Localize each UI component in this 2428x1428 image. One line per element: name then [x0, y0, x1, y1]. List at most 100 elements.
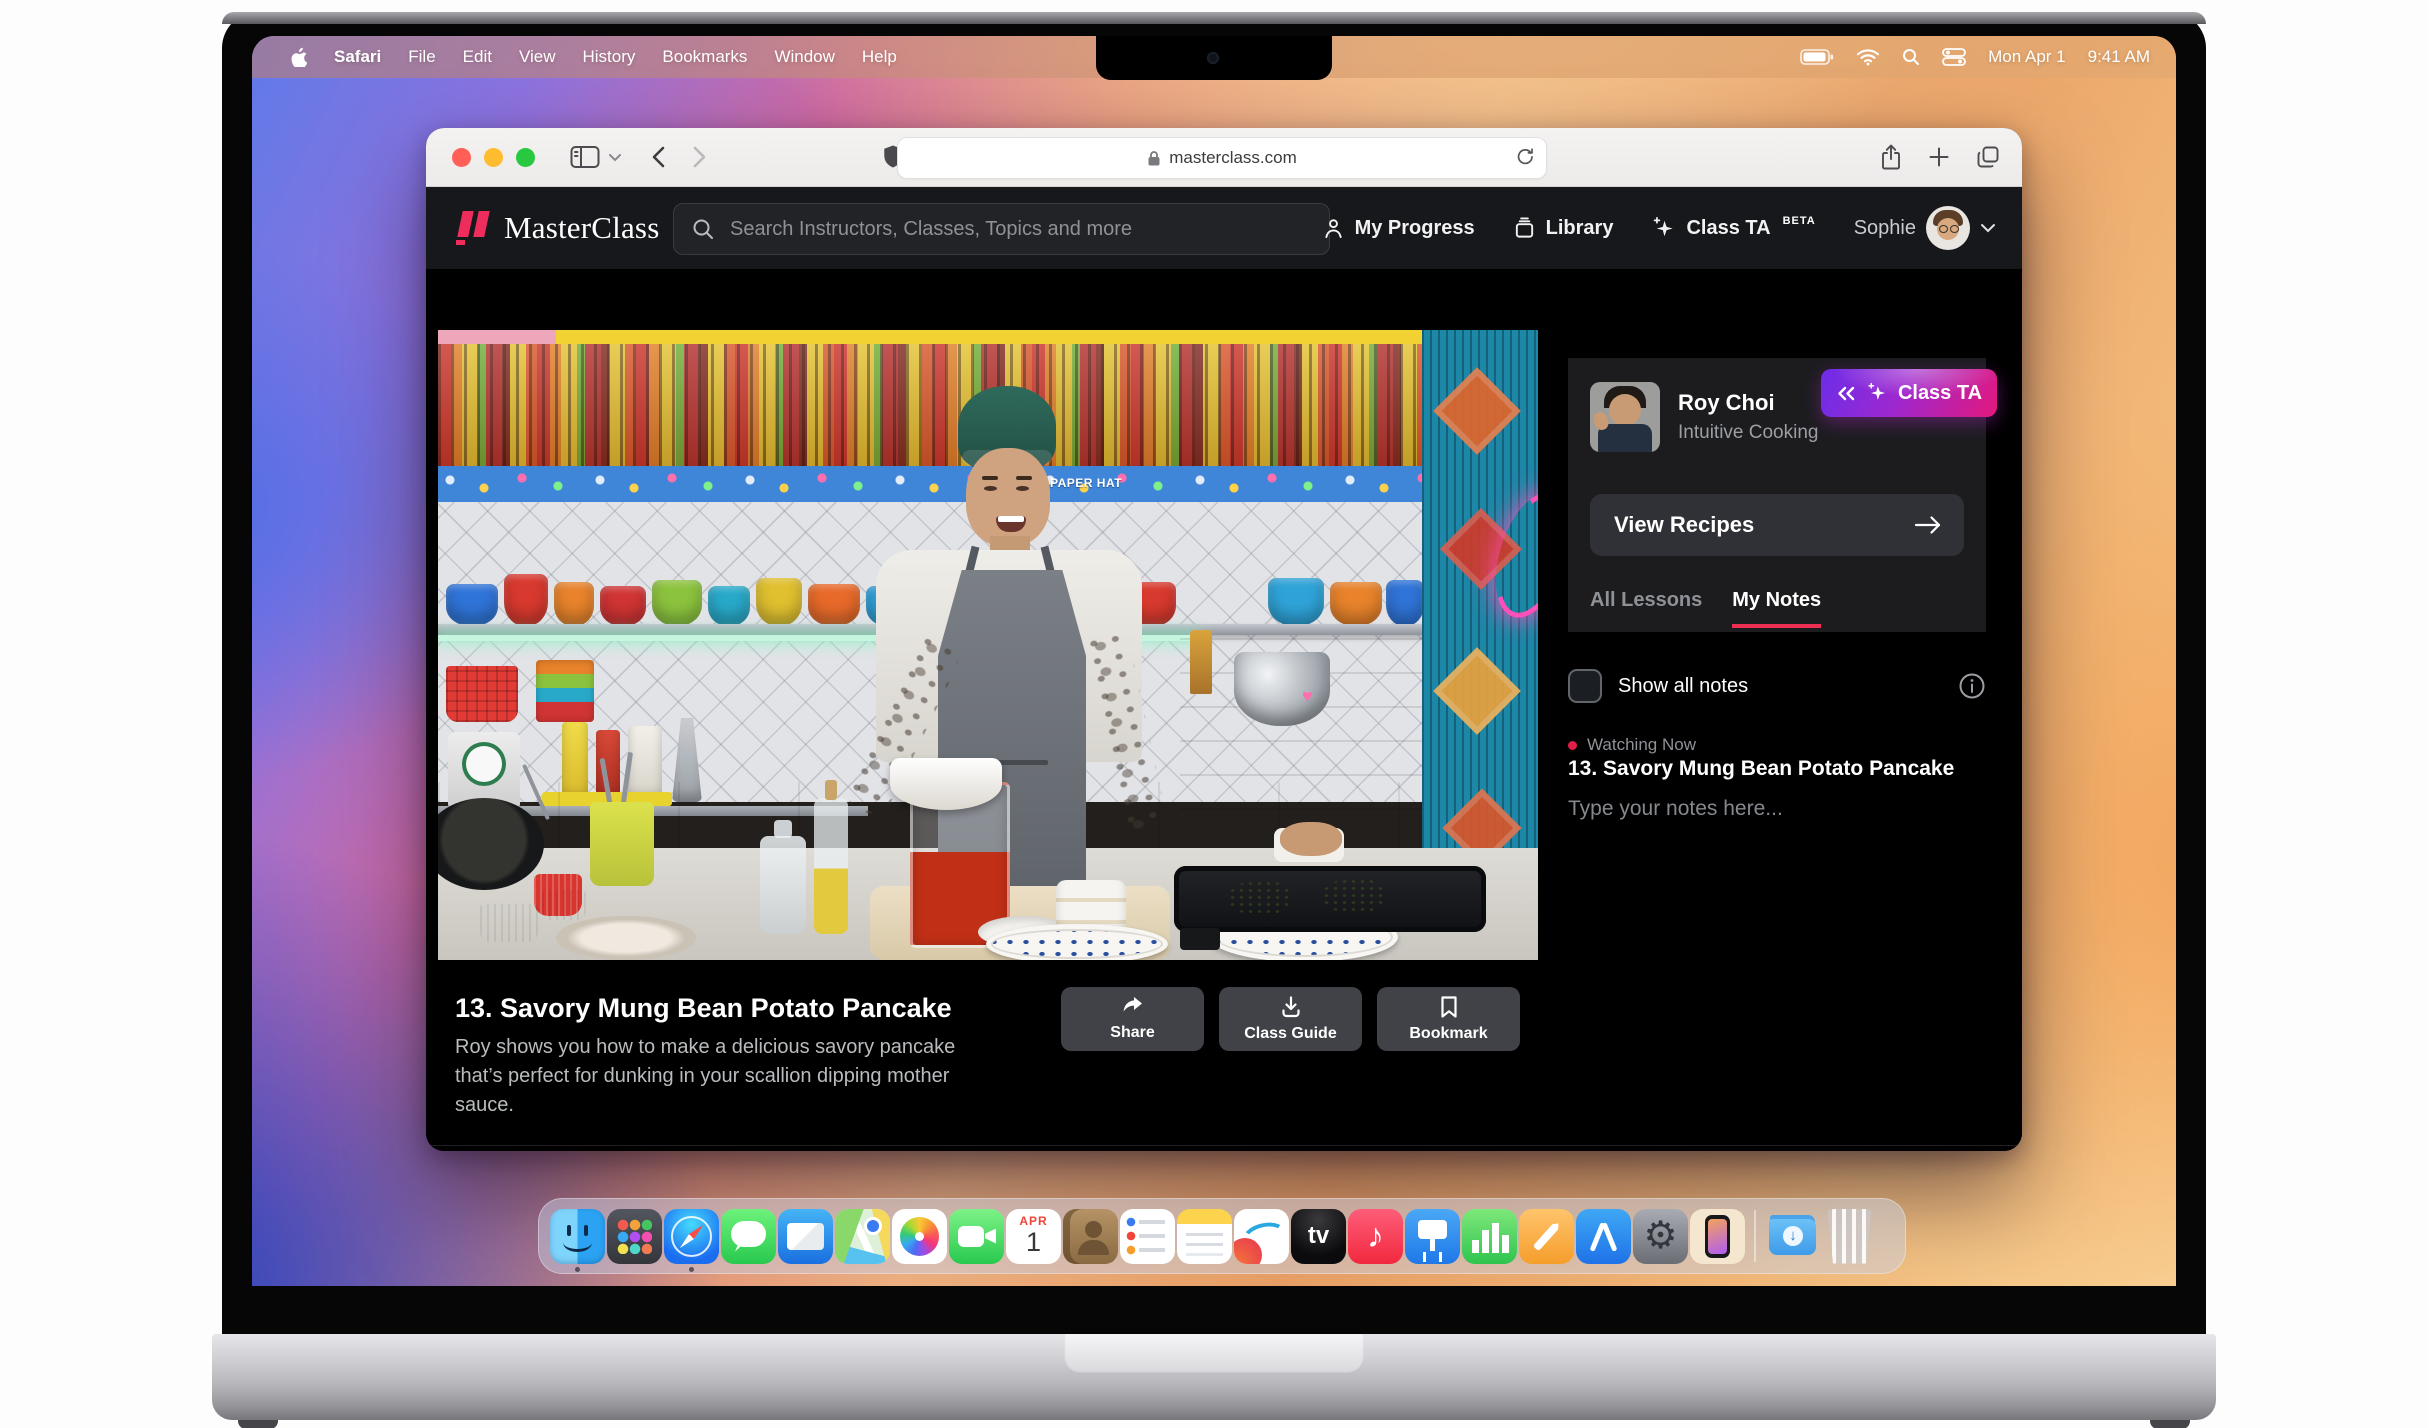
- dock-icon-safari[interactable]: [664, 1209, 719, 1264]
- roy-brow: [982, 476, 998, 480]
- view-recipes-button[interactable]: View Recipes: [1590, 494, 1964, 556]
- search-input[interactable]: [728, 217, 1272, 242]
- dock-icon-system-settings[interactable]: [1633, 1209, 1688, 1264]
- share-button[interactable]: Share: [1061, 987, 1204, 1051]
- dock-icon-maps[interactable]: [835, 1209, 890, 1264]
- notes-input[interactable]: Type your notes here...: [1568, 797, 1783, 821]
- back-button[interactable]: [652, 146, 665, 168]
- dock-icon-photos[interactable]: [892, 1209, 947, 1264]
- brand-wordmark[interactable]: MasterClass: [504, 210, 659, 246]
- calendar-month: APR: [1019, 1214, 1047, 1228]
- bookmark-button[interactable]: Bookmark: [1377, 987, 1520, 1051]
- dock-icon-apple-tv[interactable]: [1291, 1209, 1346, 1264]
- apple-menu-icon[interactable]: [290, 47, 307, 67]
- menu-bar-time[interactable]: 9:41 AM: [2088, 47, 2150, 67]
- nav-my-progress[interactable]: My Progress: [1322, 216, 1475, 240]
- scene-dotted-plate: [986, 924, 1168, 960]
- scene-oil-bottle: [814, 798, 848, 934]
- macbook-lid-notch: [1064, 1334, 1364, 1374]
- dock-icon-reminders[interactable]: [1120, 1209, 1175, 1264]
- current-lesson-label: 13. Savory Mung Bean Potato Pancake: [1568, 757, 1954, 781]
- dock-icon-app-store[interactable]: [1576, 1209, 1631, 1264]
- bowl: [756, 578, 802, 626]
- scene-heart-sticker: ♥: [1302, 686, 1313, 707]
- dock-icon-contacts[interactable]: [1063, 1209, 1118, 1264]
- button-label: Bookmark: [1409, 1025, 1487, 1043]
- dock-icon-numbers[interactable]: [1462, 1209, 1517, 1264]
- search-bar[interactable]: [673, 203, 1330, 255]
- show-all-notes-checkbox[interactable]: [1568, 669, 1602, 703]
- macbook-foot: [238, 1420, 278, 1428]
- dock-icon-music[interactable]: [1348, 1209, 1403, 1264]
- menu-bar-date[interactable]: Mon Apr 1: [1988, 47, 2066, 67]
- address-bar[interactable]: masterclass.com: [897, 137, 1547, 179]
- tab-overview-icon[interactable]: [1976, 145, 2000, 169]
- share-export-icon[interactable]: [1880, 144, 1902, 170]
- class-guide-button[interactable]: Class Guide: [1219, 987, 1362, 1051]
- battery-icon[interactable]: [1800, 48, 1834, 66]
- reload-icon[interactable]: [1516, 146, 1534, 166]
- instructor-thumbnail: [1590, 382, 1660, 452]
- dock-icon-iphone-mirroring[interactable]: [1690, 1209, 1745, 1264]
- info-icon[interactable]: [1958, 672, 1986, 700]
- section-divider: [426, 1145, 2022, 1146]
- menu-item-edit[interactable]: Edit: [463, 47, 492, 67]
- menu-item-window[interactable]: Window: [774, 47, 834, 67]
- new-tab-icon[interactable]: [1928, 146, 1950, 168]
- account-menu[interactable]: Sophie: [1854, 206, 1996, 250]
- nav-label: Class TA: [1686, 217, 1770, 240]
- menu-item-history[interactable]: History: [583, 47, 636, 67]
- dock-icon-mail[interactable]: [778, 1209, 833, 1264]
- menu-item-safari[interactable]: Safari: [334, 47, 381, 67]
- dock-icon-downloads[interactable]: [1765, 1209, 1820, 1264]
- minimize-window-button[interactable]: [484, 148, 503, 167]
- masterclass-logo-icon[interactable]: [456, 211, 492, 245]
- dock-icon-facetime[interactable]: [949, 1209, 1004, 1264]
- scene-mixing-bowl: [1234, 652, 1330, 726]
- url-text: masterclass.com: [1169, 148, 1297, 168]
- close-window-button[interactable]: [452, 148, 471, 167]
- scene-ramekin: [480, 904, 538, 942]
- sidebar-toggle-icon[interactable]: [570, 145, 600, 169]
- scene-sauce-bottles: [438, 344, 1428, 466]
- sidebar-tabs: All Lessons My Notes: [1590, 589, 1821, 628]
- dock-icon-pages[interactable]: [1519, 1209, 1574, 1264]
- zoom-window-button[interactable]: [516, 148, 535, 167]
- bookmark-icon: [1439, 995, 1459, 1019]
- double-chevron-left-icon: [1836, 386, 1856, 401]
- watching-now-row: Watching Now: [1568, 735, 1696, 755]
- scene-held-bowl: [890, 758, 1002, 810]
- person-icon: [1322, 216, 1345, 240]
- wifi-icon[interactable]: [1856, 48, 1880, 66]
- tab-all-lessons[interactable]: All Lessons: [1590, 589, 1702, 628]
- control-center-icon[interactable]: [1942, 48, 1966, 66]
- safari-toolbar: masterclass.com: [426, 128, 2022, 187]
- dock-icon-freeform[interactable]: [1234, 1209, 1289, 1264]
- spotlight-search-icon[interactable]: [1902, 48, 1920, 66]
- dock-icon-calendar[interactable]: APR 1: [1006, 1209, 1061, 1264]
- class-ta-button[interactable]: Class TA: [1821, 369, 1997, 417]
- running-indicator: [575, 1267, 580, 1272]
- menu-item-help[interactable]: Help: [862, 47, 897, 67]
- nav-library[interactable]: Library: [1513, 216, 1614, 240]
- watching-now-label: Watching Now: [1587, 735, 1696, 755]
- menu-item-view[interactable]: View: [519, 47, 556, 67]
- avatar[interactable]: [1926, 206, 1970, 250]
- tab-my-notes[interactable]: My Notes: [1732, 589, 1821, 628]
- dock-icon-keynote[interactable]: [1405, 1209, 1460, 1264]
- menu-item-bookmarks[interactable]: Bookmarks: [662, 47, 747, 67]
- dock-icon-notes[interactable]: [1177, 1209, 1232, 1264]
- dock-separator: [1754, 1210, 1756, 1262]
- menu-item-file[interactable]: File: [408, 47, 435, 67]
- video-player[interactable]: PAPER HAT: [438, 330, 1538, 960]
- nav-class-ta[interactable]: Class TA BETA: [1651, 216, 1815, 241]
- forward-button[interactable]: [693, 146, 706, 168]
- sidebar-chevron-down-icon[interactable]: [608, 153, 622, 162]
- dock-icon-launchpad[interactable]: [607, 1209, 662, 1264]
- dock-icon-trash[interactable]: [1822, 1209, 1877, 1264]
- dock-icon-finder[interactable]: [550, 1209, 605, 1264]
- nav-label: Library: [1546, 217, 1614, 240]
- dock-icon-messages[interactable]: [721, 1209, 776, 1264]
- button-label: Class Guide: [1244, 1025, 1336, 1043]
- scene-fish-sauce-bottle: [1190, 630, 1212, 694]
